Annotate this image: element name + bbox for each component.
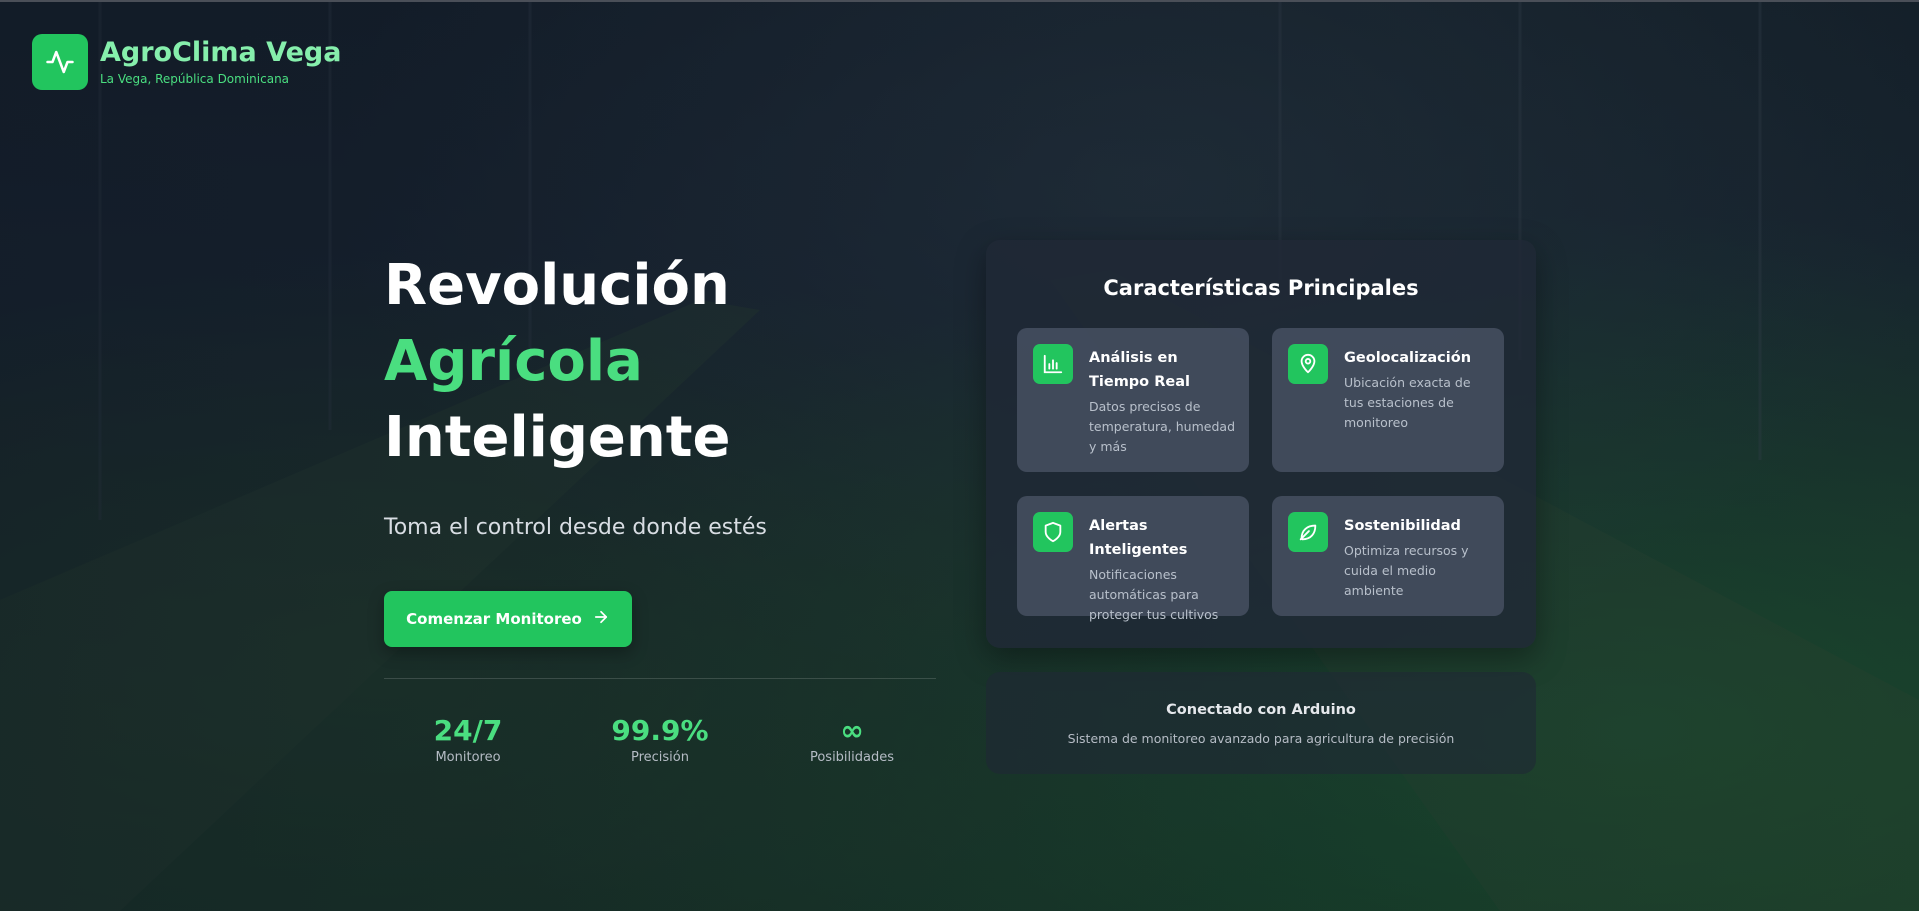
feature-title: Sostenibilidad bbox=[1344, 518, 1461, 534]
stats-divider bbox=[384, 678, 936, 679]
feature-card-alerts[interactable]: Alertas Inteligentes Notificaciones auto… bbox=[1017, 496, 1249, 622]
window-top-border bbox=[0, 0, 1919, 2]
brand-title: AgroClima Vega bbox=[100, 37, 342, 69]
start-monitoring-label: Comenzar Monitoreo bbox=[406, 610, 582, 628]
start-monitoring-button[interactable]: Comenzar Monitoreo bbox=[384, 591, 632, 647]
stat-value: 24/7 bbox=[433, 714, 503, 747]
feature-card-geolocation[interactable]: Geolocalización Ubicación exacta de tus … bbox=[1272, 328, 1504, 472]
stat-label: Posibilidades bbox=[809, 750, 895, 765]
feature-description: Ubicación exacta de tus estaciones de mo… bbox=[1344, 375, 1471, 430]
stat-value: 99.9% bbox=[611, 714, 709, 747]
stat-possibilities: ∞ Posibilidades bbox=[772, 714, 932, 765]
arrow-right-icon bbox=[592, 608, 610, 630]
arduino-title: Conectado con Arduino bbox=[1166, 702, 1356, 718]
hero-subtitle: Toma el control desde donde estés bbox=[384, 515, 767, 540]
feature-card-sustainability[interactable]: Sostenibilidad Optimiza recursos y cuida… bbox=[1272, 496, 1504, 616]
hero-line-2: Agrícola bbox=[384, 329, 643, 394]
feature-title: Geolocalización bbox=[1344, 350, 1472, 366]
feature-description: Notificaciones automáticas para proteger… bbox=[1089, 567, 1219, 622]
arduino-description: Sistema de monitoreo avanzado para agric… bbox=[1067, 731, 1455, 746]
activity-pulse-icon bbox=[32, 34, 88, 90]
feature-title: Análisis en Tiempo Real bbox=[1089, 350, 1190, 390]
hero-heading: Revolución Agrícola Inteligente bbox=[384, 248, 936, 476]
bar-chart-icon bbox=[1033, 344, 1073, 384]
map-pin-icon bbox=[1288, 344, 1328, 384]
hero-line-3: Inteligente bbox=[384, 405, 731, 470]
stat-label: Monitoreo bbox=[435, 750, 501, 765]
leaf-icon bbox=[1288, 512, 1328, 552]
background-overlay bbox=[0, 0, 1919, 911]
stat-precision: 99.9% Precisión bbox=[580, 714, 740, 765]
hero-line-1: Revolución bbox=[384, 253, 730, 318]
features-panel: Características Principales Análisis en … bbox=[986, 240, 1536, 648]
brand[interactable]: AgroClima Vega La Vega, República Domini… bbox=[32, 34, 341, 90]
shield-icon bbox=[1033, 512, 1073, 552]
features-title: Características Principales bbox=[1103, 276, 1419, 300]
feature-card-realtime[interactable]: Análisis en Tiempo Real Datos precisos d… bbox=[1017, 328, 1249, 472]
stat-label: Precisión bbox=[630, 750, 689, 765]
brand-subtitle: La Vega, República Dominicana bbox=[100, 71, 290, 86]
stat-value: ∞ bbox=[840, 714, 864, 747]
feature-description: Optimiza recursos y cuida el medio ambie… bbox=[1344, 543, 1469, 598]
feature-description: Datos precisos de temperatura, humedad y… bbox=[1089, 399, 1236, 454]
arduino-panel: Conectado con Arduino Sistema de monitor… bbox=[986, 672, 1536, 774]
feature-title: Alertas Inteligentes bbox=[1089, 518, 1188, 558]
stat-monitoring: 24/7 Monitoreo bbox=[388, 714, 548, 765]
